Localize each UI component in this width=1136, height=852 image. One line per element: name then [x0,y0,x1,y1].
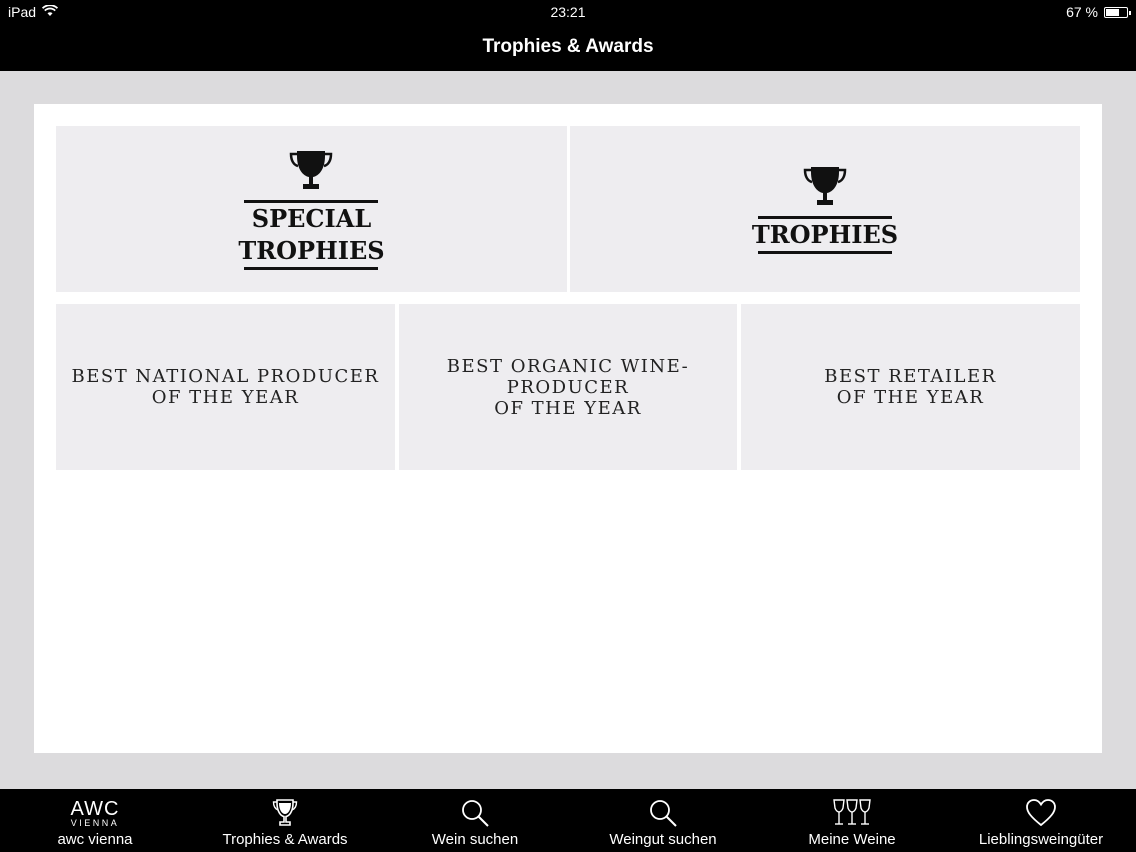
awc-logo: AWC VIENNA [71,799,120,828]
content-panel: SPECIAL TROPHIES TROPHIES BEST NATIONAL … [34,104,1102,753]
badge-bottom-line [757,250,892,254]
trophy-icon [288,149,334,200]
best-national-producer-tile[interactable]: BEST NATIONAL PRODUCER OF THE YEAR [56,304,395,470]
tab-label: Weingut suchen [609,831,717,848]
tab-lieblingsweingueter[interactable]: Lieblingsweingüter [946,789,1136,852]
badge-bottom-line [244,266,379,270]
tab-label: Meine Weine [808,831,896,848]
tab-wein-suchen[interactable]: Wein suchen [380,789,570,852]
status-bar: iPad 23:21 67 % [0,0,1136,24]
wine-glasses-icon [832,795,872,831]
tab-label: Lieblingsweingüter [978,831,1104,848]
best-retailer-tile[interactable]: BEST RETAILER OF THE YEAR [741,304,1080,470]
tab-label: Wein suchen [431,831,519,848]
heart-icon [1025,795,1057,831]
best-national-producer-label: BEST NATIONAL PRODUCER OF THE YEAR [71,366,380,408]
battery-fill [1106,8,1120,16]
trophy-icon [272,795,298,831]
awc-logo-icon: AWC VIENNA [71,795,120,831]
special-trophies-label: SPECIAL TROPHIES [238,203,385,265]
best-retailer-label: BEST RETAILER OF THE YEAR [824,366,997,408]
trophies-badge: TROPHIES [752,165,898,254]
special-trophies-tile[interactable]: SPECIAL TROPHIES [56,126,567,292]
tab-weingut-suchen[interactable]: Weingut suchen [568,789,758,852]
awc-logo-sub: VIENNA [70,817,120,828]
page-title: Trophies & Awards [482,36,654,57]
tab-meine-weine[interactable]: Meine Weine [757,789,947,852]
status-time: 23:21 [550,4,586,20]
tab-label: Trophies & Awards [222,831,348,848]
best-organic-wine-producer-tile[interactable]: BEST ORGANIC WINE- PRODUCER OF THE YEAR [399,304,737,470]
awc-logo-main: AWC [70,797,120,820]
trophies-label: TROPHIES [751,219,899,249]
search-icon [460,795,490,831]
trophy-icon [802,165,848,216]
battery-icon [1104,6,1131,18]
special-trophies-badge: SPECIAL TROPHIES [238,149,385,270]
tab-bar: AWC VIENNA awc vienna Trophies & Awards … [0,789,1136,852]
navigation-bar: Trophies & Awards [0,24,1136,71]
search-icon [648,795,678,831]
trophies-tile[interactable]: TROPHIES [570,126,1080,292]
best-organic-wine-producer-label: BEST ORGANIC WINE- PRODUCER OF THE YEAR [446,355,690,419]
battery-percent: 67 % [1066,4,1098,20]
tab-label: awc vienna [57,831,133,848]
tab-awc-vienna[interactable]: AWC VIENNA awc vienna [0,789,190,852]
battery-tip [1129,10,1131,15]
status-right: 67 % [1066,4,1131,20]
tab-trophies-awards[interactable]: Trophies & Awards [190,789,380,852]
